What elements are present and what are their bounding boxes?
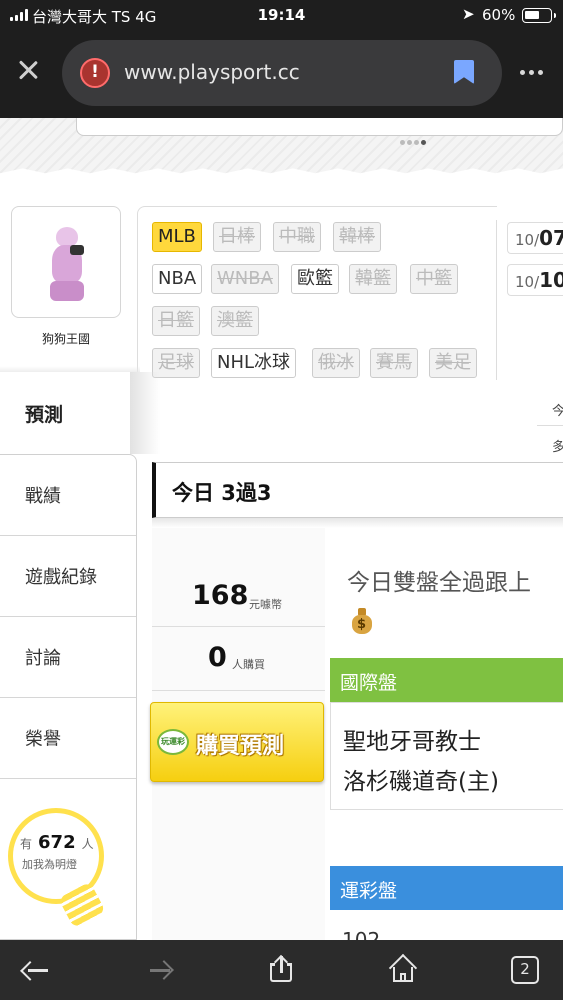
sport-tag: 日籃 — [152, 306, 200, 336]
money-bag-icon: $ — [352, 608, 372, 634]
playsport-logo-icon: 玩運彩 — [157, 729, 189, 755]
forward-arrow-icon[interactable] — [148, 960, 172, 980]
prediction-headline: 今日雙盤全過跟上 — [347, 570, 531, 596]
banner-card — [76, 118, 563, 136]
clock: 19:14 — [257, 6, 306, 24]
buyer-count: 0 — [208, 642, 227, 673]
lottery-line-header: 運彩盤 — [330, 866, 563, 910]
browser-toolbar: 2 — [0, 940, 563, 1000]
home-icon[interactable] — [388, 953, 418, 983]
nav-item-game-log[interactable]: 遊戲紀錄 — [0, 536, 136, 617]
record-shadow — [152, 518, 563, 528]
intl-line-header: 國際盤 — [330, 658, 563, 702]
address-field[interactable]: ! www.playsport.cc — [62, 40, 502, 106]
carousel-dots[interactable] — [400, 140, 426, 145]
team-home: 洛杉磯道奇(主) — [343, 769, 499, 795]
avatar[interactable] — [11, 206, 121, 318]
sport-tag[interactable]: MLB — [152, 222, 202, 252]
nav-item-label: 戰績 — [25, 486, 61, 507]
sport-tag: 俄冰 — [312, 348, 360, 378]
right-snippet-2: 多 — [552, 440, 563, 455]
buyer-unit: 人購買 — [232, 658, 265, 671]
more-icon[interactable] — [520, 70, 543, 75]
battery-percent: 60% — [482, 6, 516, 24]
price-unit: 元噱幣 — [249, 598, 282, 611]
sport-tag: 中籃 — [410, 264, 458, 294]
username[interactable]: 狗狗王國 — [0, 330, 132, 347]
buy-prediction-label: 購買預測 — [196, 734, 285, 759]
sport-tag: 中職 — [273, 222, 321, 252]
right-snippet-1: 今 — [552, 404, 563, 419]
location-icon: ➤ — [462, 5, 475, 23]
sport-tag[interactable]: 歐籃 — [291, 264, 339, 294]
date-tab-2[interactable]: 10/10 — [507, 264, 563, 296]
nav-item-discussion[interactable]: 討論 — [0, 617, 136, 698]
close-icon[interactable] — [14, 56, 42, 84]
warning-icon[interactable]: ! — [80, 58, 110, 88]
dog-figure-icon — [50, 227, 84, 303]
browser-url-bar: ! www.playsport.cc — [0, 32, 563, 118]
nav-item-label: 榮譽 — [25, 729, 61, 750]
url-text[interactable]: www.playsport.cc — [124, 60, 300, 84]
status-bar: 台灣大哥大 TS 4G 19:14 ➤ 60% — [0, 0, 563, 32]
divider — [496, 220, 497, 380]
divider — [537, 425, 563, 426]
price-value: 168 — [192, 580, 249, 611]
fans-caption[interactable]: 加我為明燈 — [22, 856, 77, 872]
nav-item-predict[interactable]: 預測 — [0, 372, 140, 454]
sport-tag: 韓籃 — [349, 264, 397, 294]
tabs-icon[interactable]: 2 — [511, 956, 539, 984]
sport-tag: 美足 — [429, 348, 477, 378]
fans-count: 有 672 人 — [20, 832, 94, 853]
sport-tag: 韓棒 — [333, 222, 381, 252]
nav-item-record[interactable]: 戰績 — [0, 455, 136, 536]
nav-shadow — [130, 372, 160, 454]
buy-prediction-button[interactable]: 玩運彩 購買預測 — [150, 702, 324, 782]
sport-tag: 澳籃 — [211, 306, 259, 336]
team-away: 聖地牙哥教士 — [343, 729, 481, 755]
share-icon[interactable] — [270, 954, 292, 982]
sport-tag[interactable]: NHL冰球 — [211, 348, 297, 378]
nav-item-label: 討論 — [25, 648, 61, 669]
nav-item-honors[interactable]: 榮譽 — [0, 698, 136, 779]
date-tab-1[interactable]: 10/07 — [507, 222, 563, 254]
sport-tag: WNBA — [211, 264, 279, 294]
battery-icon — [522, 8, 556, 23]
nav-item-label: 遊戲紀錄 — [25, 567, 97, 588]
sport-tag: 賽馬 — [370, 348, 418, 378]
today-record: 今日 3過3 — [152, 462, 563, 518]
sport-tag: 日棒 — [213, 222, 261, 252]
back-arrow-icon[interactable] — [26, 960, 50, 980]
sport-tag[interactable]: NBA — [152, 264, 203, 294]
nav-item-label: 預測 — [25, 404, 64, 426]
